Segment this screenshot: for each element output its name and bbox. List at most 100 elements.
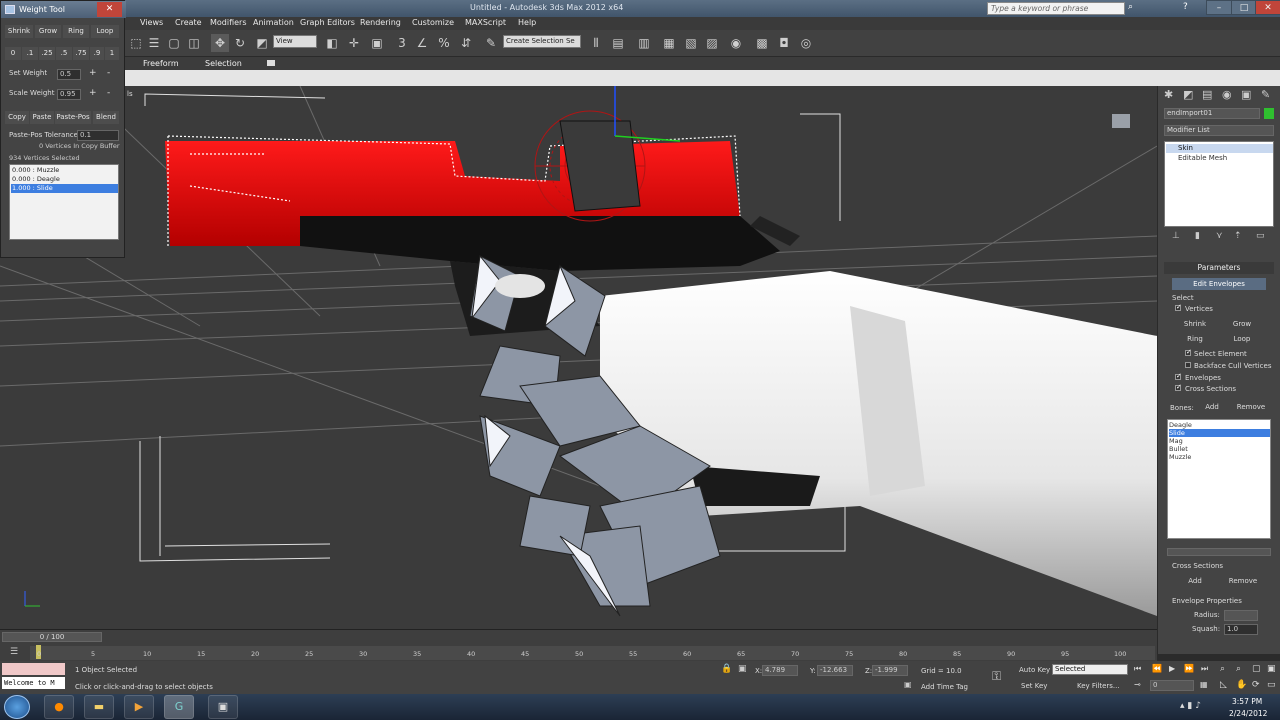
x-coordinate-field[interactable]: 4.789 [762,665,798,676]
preset-025-button[interactable]: .25 [39,47,55,60]
preset-01-button[interactable]: .1 [22,47,38,60]
radius-field[interactable] [1224,610,1258,621]
modifier-list-dropdown[interactable]: Modifier List [1164,125,1274,136]
scale-weight-button[interactable]: Scale Weight [9,89,54,97]
rect-selection-icon[interactable]: ▢ [165,34,183,52]
wt-loop-button[interactable]: Loop [91,25,119,38]
current-frame-field[interactable]: 0 [1150,680,1194,691]
menu-views[interactable]: Views [140,18,163,27]
key-mode-select[interactable]: Selected [1052,664,1128,675]
next-frame-icon[interactable]: ⏩ [1184,664,1194,673]
create-tab-icon[interactable]: ✱ [1164,88,1173,101]
set-weight-minus-button[interactable]: - [107,68,110,78]
set-weight-plus-button[interactable]: + [89,68,97,78]
bone-item-bullet[interactable]: Bullet [1169,445,1270,453]
snaps-toggle-icon[interactable]: 3 [393,34,411,52]
render-frame-icon[interactable]: ◘ [775,34,793,52]
make-unique-icon[interactable]: ⋎ [1216,231,1223,241]
help-icon[interactable]: ? [1183,2,1188,12]
pivot-icon[interactable]: ◧ [323,34,341,52]
remove-bone-button[interactable]: Remove [1234,401,1268,413]
wt-paste-pos-button[interactable]: Paste-Pos [55,111,91,124]
menu-rendering[interactable]: Rendering [360,18,401,27]
vertices-checkbox[interactable] [1175,303,1182,311]
weight-list[interactable]: 0.000 : Muzzle 0.000 : Deagle 1.000 : Sl… [9,164,119,240]
go-to-end-icon[interactable]: ⏭ [1201,664,1208,674]
menu-animation[interactable]: Animation [253,18,294,27]
wt-shrink-button[interactable]: Shrink [5,25,33,38]
time-slider[interactable]: 0 / 100 [2,632,102,642]
list-item[interactable]: 0.000 : Deagle [11,175,118,184]
bones-scrollbar[interactable] [1167,548,1271,556]
schematic-view-icon[interactable]: ▨ [703,34,721,52]
show-end-result-icon[interactable]: ▮ [1195,231,1200,241]
rotate-icon[interactable]: ↻ [231,34,249,52]
utilities-tab-icon[interactable]: ✎ [1261,88,1270,101]
menu-create[interactable]: Create [175,18,202,27]
modifier-stack[interactable]: Skin Editable Mesh [1164,141,1274,227]
configure-sets-icon[interactable]: ▭ [1256,231,1265,241]
go-to-start-icon[interactable]: ⏮ [1134,664,1141,674]
3dsmax-taskbar-icon[interactable]: G [164,695,194,719]
maxscript-listener-top[interactable] [2,663,65,675]
menu-graph-editors[interactable]: Graph Editors [300,18,355,27]
edit-envelopes-button[interactable]: Edit Envelopes [1172,278,1266,290]
motion-tab-icon[interactable]: ◉ [1222,88,1232,101]
bone-item-deagle[interactable]: Deagle [1169,421,1270,429]
scale-weight-field[interactable]: 0.95 [57,89,81,100]
y-coordinate-field[interactable]: -12.663 [817,665,853,676]
auto-key-button[interactable]: Auto Key [1019,666,1050,674]
tab-selection[interactable]: Selection [205,59,242,68]
wt-paste-button[interactable]: Paste [30,111,54,124]
modifier-item-editable-mesh[interactable]: Editable Mesh [1166,154,1273,163]
absolute-mode-icon[interactable]: ▣ [738,664,747,674]
scale-weight-minus-button[interactable]: - [107,88,110,98]
hierarchy-tab-icon[interactable]: ▤ [1202,88,1212,101]
tray-icons[interactable]: ▴ ▮ ♪ [1180,701,1201,711]
select-by-name-icon[interactable]: ☰ [145,34,163,52]
squash-field[interactable]: 1.0 [1224,624,1258,635]
backface-cull-checkbox[interactable] [1185,362,1191,368]
preset-1-button[interactable]: 1 [105,47,119,60]
maximize-button[interactable]: □ [1231,0,1257,15]
modify-tab-icon[interactable]: ◩ [1183,88,1193,101]
preset-0-button[interactable]: 0 [5,47,21,60]
clock-date[interactable]: 2/24/2012 [1229,709,1267,718]
spinner-snap-icon[interactable]: ⇵ [457,34,475,52]
keyboard-shortcut-icon[interactable]: ▣ [368,34,386,52]
minimize-button[interactable]: – [1206,0,1232,15]
pin-stack-icon[interactable]: ⊥ [1172,231,1180,241]
mirror-icon[interactable]: ⫴ [587,34,605,52]
menu-modifiers[interactable]: Modifiers [210,18,247,27]
list-item[interactable]: 0.000 : Muzzle [11,166,118,175]
maximize-viewport-icon[interactable]: ▭ [1267,680,1276,690]
list-item-selected[interactable]: 1.000 : Slide [11,184,118,193]
wt-copy-button[interactable]: Copy [5,111,29,124]
select-element-checkbox[interactable] [1185,348,1192,356]
z-coordinate-field[interactable]: -1.999 [872,665,908,676]
move-icon[interactable]: ✥ [211,34,229,52]
firefox-icon[interactable]: ● [44,695,74,719]
edit-named-selection-icon[interactable]: ✎ [482,34,500,52]
ribbon-minimize-icon[interactable] [267,60,275,66]
remove-modifier-icon[interactable]: ⇡ [1234,231,1242,241]
menu-help[interactable]: Help [518,18,536,27]
align-icon[interactable]: ▤ [609,34,627,52]
preset-075-button[interactable]: .75 [73,47,89,60]
named-selection-set[interactable]: Create Selection Se [503,35,581,48]
close-button[interactable]: ✕ [1255,0,1280,15]
clock-time[interactable]: 3:57 PM [1232,697,1262,706]
weight-tool-close-button[interactable]: ✕ [97,2,122,17]
loop-button[interactable]: Loop [1222,333,1262,345]
media-player-icon[interactable]: ▶ [124,695,154,719]
preset-05-button[interactable]: .5 [56,47,72,60]
zoom-extents-icon[interactable]: ▢ [1252,664,1261,674]
angle-snap-icon[interactable]: ∠ [413,34,431,52]
key-filters-button[interactable]: Key Filters... [1077,682,1120,690]
set-weight-field[interactable]: 0.5 [57,69,81,80]
preset-09-button[interactable]: .9 [90,47,104,60]
wt-grow-button[interactable]: Grow [35,25,61,38]
viewport-label[interactable]: ls [127,90,133,98]
pan-icon[interactable]: ✋ [1236,680,1247,690]
envelopes-checkbox[interactable] [1175,372,1182,380]
